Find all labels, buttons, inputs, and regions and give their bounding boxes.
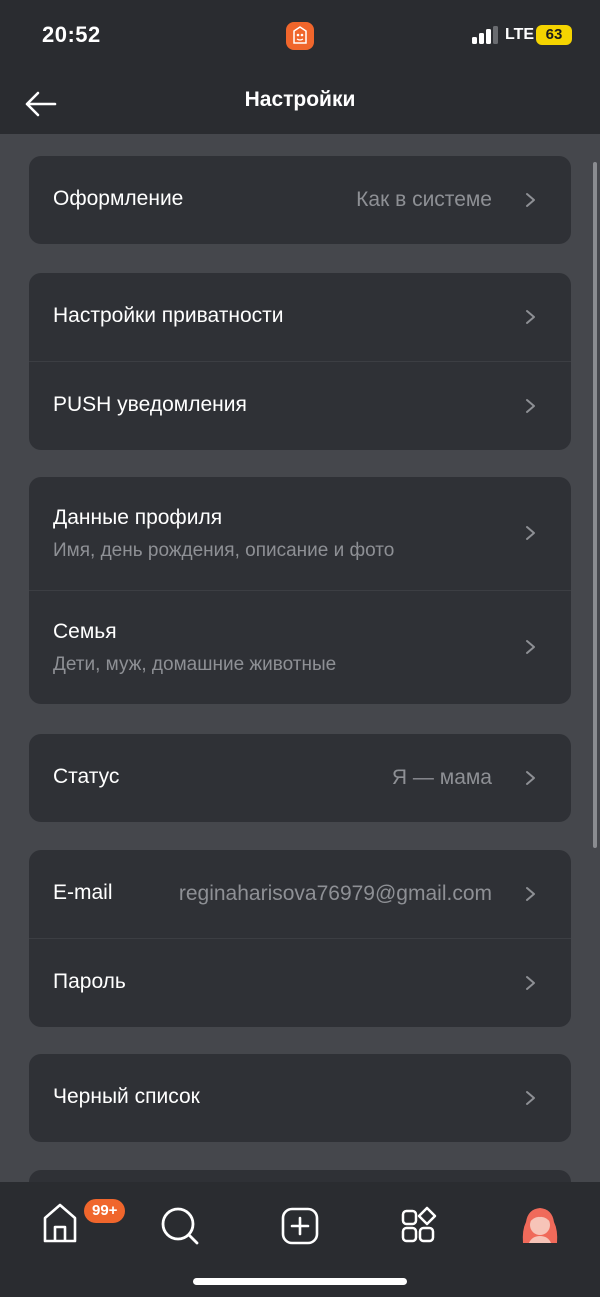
network-type: LTE <box>505 26 535 43</box>
row-subtitle: Дети, муж, домашние животные <box>53 654 337 675</box>
chevron-right-icon <box>526 193 535 207</box>
settings-list[interactable]: Оформление Как в системе Настройки прива… <box>0 134 600 1182</box>
row-value: Как в системе <box>356 188 492 211</box>
row-title: E-mail <box>53 881 113 904</box>
chevron-right-icon <box>526 526 535 540</box>
settings-row-appearance[interactable]: Оформление Как в системе <box>29 156 571 244</box>
chevron-right-icon <box>526 1091 535 1105</box>
settings-row-family[interactable]: Семья Дети, муж, домашние животные <box>29 590 571 704</box>
settings-row-push[interactable]: PUSH уведомления <box>29 361 571 450</box>
row-title: Черный список <box>53 1085 200 1108</box>
status-bar: 20:52 LTE 63 <box>0 0 600 70</box>
settings-group-notifications: Настройки приватности PUSH уведомления <box>29 273 571 450</box>
settings-group-profile: Данные профиля Имя, день рождения, описа… <box>29 477 571 704</box>
tab-apps[interactable] <box>388 1194 452 1258</box>
tab-profile[interactable] <box>508 1194 572 1258</box>
row-title: PUSH уведомления <box>53 393 247 416</box>
home-icon <box>43 1203 77 1243</box>
chevron-right-icon <box>526 887 535 901</box>
row-title: Пароль <box>53 970 126 993</box>
row-title: Семья <box>53 620 117 643</box>
settings-group-blocklist: Черный список <box>29 1054 571 1142</box>
chevron-right-icon <box>526 399 535 413</box>
notification-badge: 99+ <box>84 1199 126 1223</box>
status-time: 20:52 <box>42 22 101 47</box>
row-title: Данные профиля <box>53 506 223 529</box>
tab-add[interactable] <box>268 1194 332 1258</box>
settings-row-privacy[interactable]: Настройки приватности <box>29 273 571 361</box>
cell-signal-icon <box>472 26 500 44</box>
tab-search[interactable] <box>148 1194 212 1258</box>
chevron-right-icon <box>526 771 535 785</box>
settings-row-email[interactable]: E-mail reginaharisova76979@gmail.com <box>29 850 571 938</box>
row-subtitle: Имя, день рождения, описание и фото <box>53 540 395 561</box>
settings-row-status[interactable]: Статус Я — мама <box>29 734 571 822</box>
settings-group-status: Статус Я — мама <box>29 734 571 822</box>
row-value: Я — мама <box>391 766 492 789</box>
row-title: Настройки приватности <box>53 304 284 327</box>
profile-avatar-icon <box>522 1208 558 1243</box>
search-icon <box>161 1207 199 1245</box>
apps-icon <box>401 1206 437 1243</box>
settings-row-blacklist[interactable]: Черный список <box>29 1054 571 1142</box>
battery-icon: 63 <box>536 25 572 45</box>
settings-row-profile-data[interactable]: Данные профиля Имя, день рождения, описа… <box>29 477 571 590</box>
chevron-right-icon <box>526 310 535 324</box>
row-value: reginaharisova76979@gmail.com <box>178 882 492 905</box>
row-title: Оформление <box>53 187 184 210</box>
chevron-right-icon <box>526 976 535 990</box>
page-title: Настройки <box>244 88 356 111</box>
scrollbar[interactable] <box>593 162 597 848</box>
chevron-right-icon <box>526 640 535 654</box>
settings-row-password[interactable]: Пароль <box>29 938 571 1027</box>
momlife-logo-icon <box>286 22 314 50</box>
settings-group-more <box>29 1170 571 1182</box>
settings-group-account: E-mail reginaharisova76979@gmail.com Пар… <box>29 850 571 1027</box>
settings-group-appearance: Оформление Как в системе <box>29 156 571 244</box>
row-title: Статус <box>53 765 120 788</box>
home-indicator[interactable] <box>193 1278 407 1285</box>
nav-bar: Настройки <box>0 70 600 134</box>
add-icon <box>281 1207 319 1245</box>
tab-home[interactable]: 99+ <box>28 1194 126 1258</box>
